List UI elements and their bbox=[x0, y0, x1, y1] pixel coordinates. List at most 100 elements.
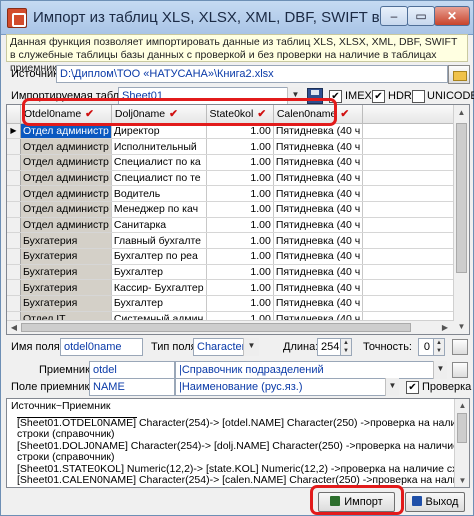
table-row[interactable]: Бухгатерия Бухгалтер 1.00 Пятидневка (40 ч bbox=[7, 295, 469, 312]
table-cell[interactable]: Водитель bbox=[111, 185, 207, 202]
grid-vertical-scrollbar[interactable]: ▲ ▼ bbox=[453, 105, 469, 334]
row-indicator[interactable]: ▶ bbox=[7, 123, 21, 140]
unicode-checkbox[interactable] bbox=[412, 90, 425, 103]
table-cell[interactable]: Отдел администр bbox=[20, 217, 112, 234]
table-cell[interactable]: 1.00 bbox=[206, 138, 274, 155]
imex-checkbox[interactable]: ✔ bbox=[329, 90, 342, 103]
length-spinner[interactable]: ▲ ▼ bbox=[340, 338, 352, 356]
row-indicator[interactable] bbox=[7, 248, 21, 265]
table-row[interactable]: Бухгатерия Бухгалтер 1.00 Пятидневка (40 ч bbox=[7, 264, 469, 281]
scroll-right-icon[interactable]: ▶ bbox=[439, 321, 451, 334]
table-cell[interactable]: Бухгатерия bbox=[20, 279, 112, 297]
maximize-button[interactable]: ▭ bbox=[407, 6, 435, 26]
chevron-down-icon[interactable]: ▼ bbox=[243, 338, 259, 356]
chevron-down-icon[interactable]: ▼ bbox=[385, 378, 399, 396]
table-cell[interactable]: Пятидневка (40 ч bbox=[273, 170, 364, 187]
scroll-thumb[interactable] bbox=[456, 123, 467, 273]
scroll-down-icon[interactable]: ▼ bbox=[457, 475, 468, 486]
close-button[interactable]: ✕ bbox=[434, 6, 470, 26]
row-indicator[interactable] bbox=[7, 264, 21, 281]
table-row[interactable]: Бухгатерия Главный бухгалте 1.00 Пятидневка… bbox=[7, 232, 469, 249]
table-cell[interactable]: Бухгатерия bbox=[20, 232, 112, 249]
table-cell[interactable]: Пятидневка (40 ч bbox=[273, 217, 364, 234]
column-header-otdel[interactable]: Otdel0name ✔ bbox=[20, 105, 112, 124]
table-cell[interactable]: Специалист по те bbox=[111, 170, 207, 187]
table-cell[interactable]: Отдел администр bbox=[20, 201, 112, 218]
table-cell[interactable]: 1.00 bbox=[206, 295, 274, 312]
row-indicator[interactable] bbox=[7, 279, 21, 297]
table-cell[interactable]: 1.00 bbox=[206, 264, 274, 281]
title-bar[interactable]: Импорт из таблиц XLS, XLSX, XML, DBF, SW… bbox=[1, 1, 473, 35]
table-cell[interactable]: Пятидневка (40 ч bbox=[273, 201, 364, 218]
table-row[interactable]: ▶ Отдел администр Директор 1.00 Пятидневка (… bbox=[7, 123, 469, 140]
source-path-field[interactable]: D:\Диплом\ТОО «НАТУСАНА»\Книга2.xlsx bbox=[56, 65, 448, 83]
table-cell[interactable]: Бухгатерия bbox=[20, 248, 112, 265]
row-indicator[interactable] bbox=[7, 185, 21, 202]
field-settings-button[interactable] bbox=[452, 339, 468, 355]
column-header-state[interactable]: State0kol ✔ bbox=[206, 105, 274, 124]
table-row[interactable]: Бухгатерия Кассир- Бухгалтер 1.00 Пятидневк… bbox=[7, 279, 469, 297]
receiver-table-field[interactable]: otdel bbox=[89, 361, 175, 379]
scroll-down-icon[interactable]: ▼ bbox=[456, 321, 467, 332]
table-cell[interactable]: 1.00 bbox=[206, 232, 274, 249]
chevron-down-icon[interactable]: ▼ bbox=[433, 361, 447, 379]
table-cell[interactable]: Отдел администр bbox=[20, 154, 112, 171]
precision-spinner[interactable]: ▲ ▼ bbox=[433, 338, 445, 356]
memo-scroll-thumb[interactable] bbox=[457, 413, 467, 443]
table-cell[interactable]: 1.00 bbox=[206, 217, 274, 234]
scroll-up-icon[interactable]: ▲ bbox=[456, 107, 467, 118]
hdr-checkbox[interactable]: ✔ bbox=[372, 90, 385, 103]
row-indicator[interactable] bbox=[7, 170, 21, 187]
table-cell[interactable]: Санитарка bbox=[111, 217, 207, 234]
table-cell[interactable]: Кассир- Бухгалтер bbox=[111, 279, 207, 297]
table-cell[interactable]: 1.00 bbox=[206, 248, 274, 265]
row-indicator[interactable] bbox=[7, 201, 21, 218]
table-cell[interactable]: Отдел администр bbox=[20, 185, 112, 202]
table-cell[interactable]: Отдел администр bbox=[20, 170, 112, 187]
table-cell[interactable]: Пятидневка (40 ч bbox=[273, 279, 364, 297]
table-row[interactable]: Отдел администр Санитарка 1.00 Пятидневка (… bbox=[7, 217, 469, 234]
table-cell[interactable]: 1.00 bbox=[206, 170, 274, 187]
memo-vertical-scrollbar[interactable]: ▲ ▼ bbox=[454, 399, 469, 487]
table-cell[interactable]: Бухгатерия bbox=[20, 264, 112, 281]
column-header-calen[interactable]: Calen0name ✔ bbox=[273, 105, 364, 124]
table-cell[interactable]: Бухгатерия bbox=[20, 295, 112, 312]
row-indicator[interactable] bbox=[7, 138, 21, 155]
table-cell[interactable]: Пятидневка (40 ч bbox=[273, 138, 364, 155]
receiver-settings-button[interactable] bbox=[452, 362, 468, 378]
row-indicator[interactable] bbox=[7, 154, 21, 171]
exit-button[interactable]: Выход bbox=[405, 492, 465, 512]
mapping-memo[interactable]: Источник~Приемник [Sheet01.OTDEL0NAME] C… bbox=[6, 398, 470, 488]
table-cell[interactable]: 1.00 bbox=[206, 279, 274, 297]
scroll-up-icon[interactable]: ▲ bbox=[457, 400, 468, 411]
table-cell[interactable]: Отдел администр bbox=[20, 123, 112, 140]
table-cell[interactable]: Пятидневка (40 ч bbox=[273, 185, 364, 202]
chevron-down-icon[interactable]: ▼ bbox=[287, 87, 303, 105]
scroll-thumb-horizontal[interactable] bbox=[21, 323, 411, 332]
scroll-left-icon[interactable]: ◀ bbox=[8, 321, 20, 334]
import-button[interactable]: Импорт bbox=[318, 492, 395, 512]
table-cell[interactable]: Пятидневка (40 ч bbox=[273, 232, 364, 249]
row-indicator[interactable] bbox=[7, 232, 21, 249]
table-cell[interactable]: Директор bbox=[111, 123, 207, 140]
field-name-input[interactable]: otdel0name bbox=[60, 338, 143, 356]
table-cell[interactable]: 1.00 bbox=[206, 123, 274, 140]
open-folder-button[interactable] bbox=[448, 65, 470, 84]
data-grid[interactable]: Otdel0name ✔ Dolj0name ✔ State0kol ✔ Calen0… bbox=[6, 104, 470, 335]
table-cell[interactable]: Бухгалтер bbox=[111, 264, 207, 281]
row-indicator[interactable] bbox=[7, 295, 21, 312]
precision-input[interactable]: 0 bbox=[418, 338, 434, 356]
check-checkbox[interactable]: ✔ bbox=[406, 381, 419, 394]
table-cell[interactable]: Главный бухгалте bbox=[111, 232, 207, 249]
table-row[interactable]: Отдел администр Специалист по те 1.00 Пятид… bbox=[7, 170, 469, 187]
table-cell[interactable]: Исполнительный bbox=[111, 138, 207, 155]
row-indicator[interactable] bbox=[7, 217, 21, 234]
column-header-dolj[interactable]: Dolj0name ✔ bbox=[111, 105, 207, 124]
table-cell[interactable]: 1.00 bbox=[206, 201, 274, 218]
table-cell[interactable]: Пятидневка (40 ч bbox=[273, 295, 364, 312]
table-cell[interactable]: Пятидневка (40 ч bbox=[273, 123, 364, 140]
table-cell[interactable]: Пятидневка (40 ч bbox=[273, 264, 364, 281]
sheet-select[interactable]: Sheet01 bbox=[118, 87, 303, 105]
table-cell[interactable]: Менеджер по кач bbox=[111, 201, 207, 218]
table-cell[interactable]: 1.00 bbox=[206, 154, 274, 171]
